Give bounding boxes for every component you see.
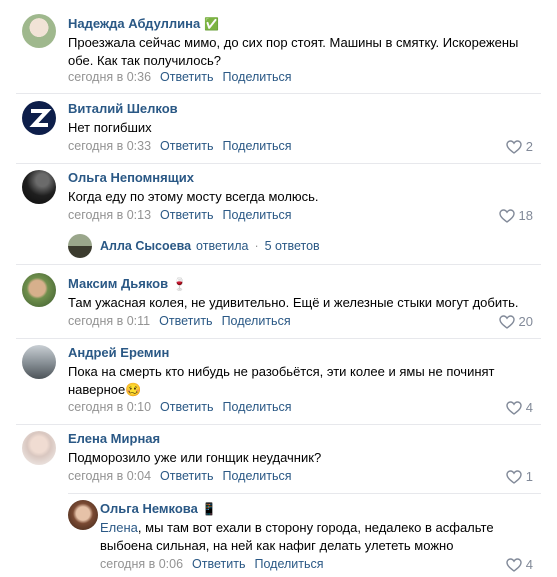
author-name[interactable]: Виталий Шелков [68, 101, 178, 116]
comment-meta: сегодня в 0:11 Ответить Поделиться [68, 314, 291, 328]
like-button[interactable]: 18 [498, 208, 533, 223]
comment-time[interactable]: сегодня в 0:06 [100, 557, 183, 571]
like-button[interactable]: 4 [506, 557, 533, 572]
divider [16, 264, 541, 265]
comment-text: Когда еду по этому мосту всегда молюсь. [68, 189, 319, 204]
share-button[interactable]: Поделиться [254, 557, 323, 571]
reply-button[interactable]: Ответить [192, 557, 245, 571]
comment-text: Нет погибших [68, 120, 152, 135]
avatar[interactable] [22, 101, 56, 135]
comment-author[interactable]: Надежда Абдуллина ✅ [68, 16, 219, 31]
heart-outline-icon [506, 469, 522, 484]
reply-button[interactable]: Ответить [160, 208, 213, 222]
comment-time[interactable]: сегодня в 0:04 [68, 469, 151, 483]
share-button[interactable]: Поделиться [222, 469, 291, 483]
reply-button[interactable]: Ответить [160, 400, 213, 414]
reply-button[interactable]: Ответить [160, 70, 213, 84]
comment-author[interactable]: Максим Дьяков 🍷 [68, 276, 187, 291]
reply-button[interactable]: Ответить [160, 139, 213, 153]
avatar[interactable] [22, 170, 56, 204]
comment-meta: сегодня в 0:04 Ответить Поделиться [68, 469, 292, 483]
comment-meta: сегодня в 0:33 Ответить Поделиться [68, 139, 292, 153]
comment-meta: сегодня в 0:06 Ответить Поделиться [100, 557, 324, 571]
reply-button[interactable]: Ответить [159, 314, 212, 328]
author-name[interactable]: Максим Дьяков [68, 276, 168, 291]
comment-time[interactable]: сегодня в 0:10 [68, 400, 151, 414]
avatar[interactable] [22, 273, 56, 307]
avatar[interactable] [22, 431, 56, 465]
like-button[interactable]: 20 [498, 314, 533, 329]
share-button[interactable]: Поделиться [222, 400, 291, 414]
avatar [68, 234, 92, 258]
like-count: 1 [525, 469, 533, 484]
like-button[interactable]: 4 [506, 400, 533, 415]
author-name[interactable]: Ольга Непомнящих [68, 170, 194, 185]
author-name[interactable]: Андрей Еремин [68, 345, 169, 360]
comment-meta: сегодня в 0:10 Ответить Поделиться [68, 400, 292, 414]
author-name[interactable]: Елена Мирная [68, 431, 160, 446]
mention-link[interactable]: Елена [100, 520, 138, 535]
comment-time[interactable]: сегодня в 0:33 [68, 139, 151, 153]
author-name[interactable]: Ольга Немкова [100, 501, 198, 516]
like-count: 4 [525, 557, 533, 572]
heart-outline-icon [498, 314, 515, 329]
avatar[interactable] [68, 500, 98, 530]
mobile-phone-icon: 📱 [201, 502, 217, 516]
heart-outline-icon [506, 557, 522, 572]
author-name[interactable]: Надежда Абдуллина [68, 16, 200, 31]
comment-meta: сегодня в 0:13 Ответить Поделиться [68, 208, 292, 222]
comment-text: Проезжала сейчас мимо, до сих пор стоят.… [68, 35, 519, 68]
comment-text: Подморозило уже или гонщик неудачник? [68, 450, 322, 465]
comment-meta: сегодня в 0:36 Ответить Поделиться [68, 70, 292, 84]
avatar[interactable] [22, 14, 56, 48]
comment-time[interactable]: сегодня в 0:13 [68, 208, 151, 222]
divider [16, 93, 541, 94]
thread-verb: ответила [196, 239, 249, 253]
verified-badge-icon: ✅ [204, 17, 220, 31]
avatar[interactable] [22, 345, 56, 379]
heart-outline-icon [506, 400, 522, 415]
reply-button[interactable]: Ответить [160, 469, 213, 483]
share-button[interactable]: Поделиться [222, 208, 291, 222]
divider [16, 338, 541, 339]
comment-text: Там ужасная колея, не удивительно. Ещё и… [68, 295, 519, 310]
comment-time[interactable]: сегодня в 0:36 [68, 70, 151, 84]
thread-author-name[interactable]: Алла Сысоева [100, 239, 191, 253]
wine-glass-icon: 🍷 [172, 277, 188, 291]
divider [16, 163, 541, 164]
reply-text-body: , мы там вот ехали в сторону города, нед… [100, 520, 494, 553]
replies-thread-link[interactable]: Алла Сысоева ответила · 5 ответов [68, 234, 320, 258]
like-button[interactable]: 2 [506, 139, 533, 154]
like-count: 4 [525, 400, 533, 415]
heart-outline-icon [506, 139, 522, 154]
heart-outline-icon [498, 208, 515, 223]
comment-author[interactable]: Ольга Немкова 📱 [100, 501, 217, 516]
like-button[interactable]: 1 [506, 469, 533, 484]
share-button[interactable]: Поделиться [222, 314, 291, 328]
reply-text: Елена, мы там вот ехали в сторону города… [100, 519, 520, 555]
divider [16, 424, 541, 425]
like-count: 18 [518, 208, 533, 223]
like-count: 20 [518, 314, 533, 329]
comment-text: Пока на смерть кто нибудь не разобьётся,… [68, 364, 495, 397]
divider [68, 493, 541, 494]
share-button[interactable]: Поделиться [222, 139, 291, 153]
thread-separator: · [254, 239, 259, 253]
comment-time[interactable]: сегодня в 0:11 [68, 314, 150, 328]
replies-count-link[interactable]: 5 ответов [265, 239, 320, 253]
z-logo-icon [29, 109, 52, 127]
like-count: 2 [525, 139, 533, 154]
share-button[interactable]: Поделиться [222, 70, 291, 84]
